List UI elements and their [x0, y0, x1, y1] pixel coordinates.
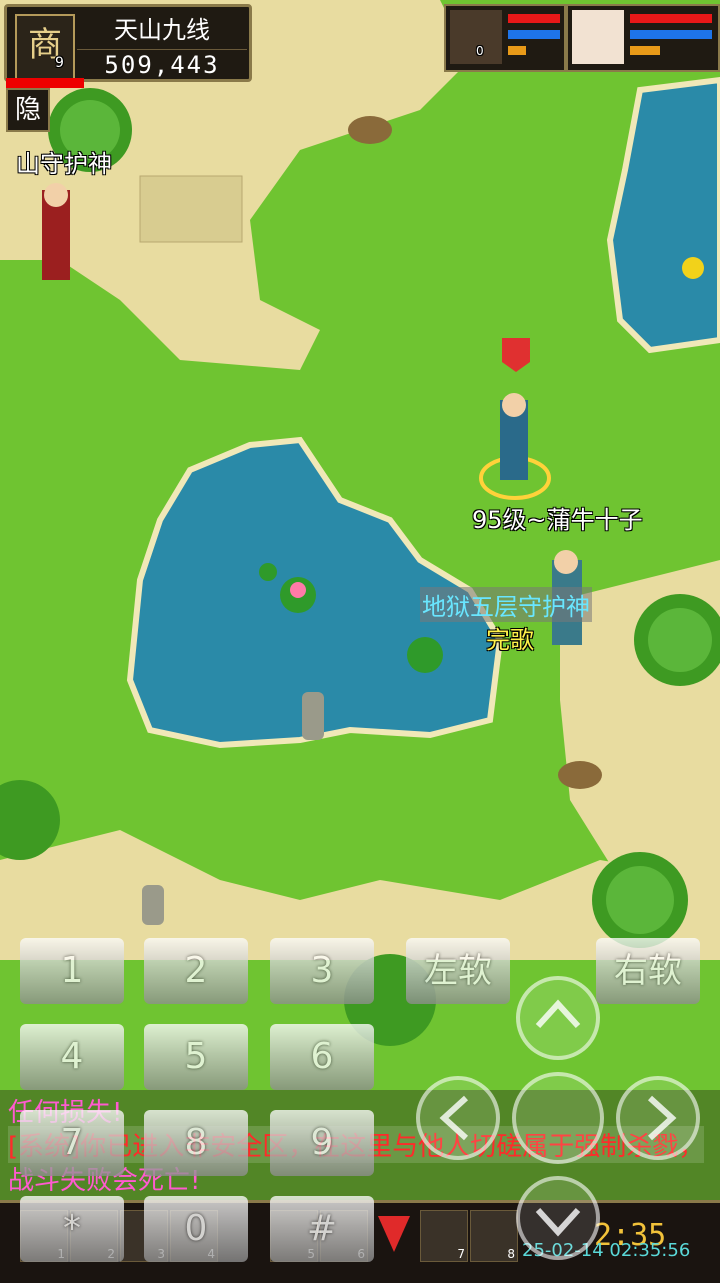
player-avatar[interactable]: 商 — [15, 14, 75, 80]
key-9[interactable]: 9 — [270, 1110, 374, 1176]
key-3[interactable]: 3 — [270, 938, 374, 1004]
key-star[interactable]: * — [20, 1196, 124, 1262]
player-level: 9 — [55, 55, 64, 71]
key-7[interactable]: 7 — [20, 1110, 124, 1176]
chevron-up-icon — [535, 999, 581, 1029]
player-name: 天山九线 — [114, 16, 210, 44]
party-member-1[interactable]: 0 — [444, 4, 566, 72]
skill-slot-7[interactable]: 7 — [420, 1210, 468, 1262]
chevron-left-icon — [439, 1095, 469, 1141]
key-4[interactable]: 4 — [20, 1024, 124, 1090]
party-member-2-portrait — [572, 10, 624, 64]
party-member-1-hp — [508, 14, 560, 23]
dpad-center-button[interactable] — [512, 1072, 604, 1164]
npc-mountain-guardian-sprite — [42, 183, 70, 280]
party-member-2-mp — [630, 30, 712, 39]
flag-icon[interactable] — [374, 1212, 414, 1256]
party-member-1-level: 0 — [476, 44, 484, 58]
key-hash[interactable]: # — [270, 1196, 374, 1262]
key-5[interactable]: 5 — [144, 1024, 248, 1090]
player-info-panel[interactable]: 商 9 天山九线 509,443 — [4, 4, 252, 82]
player-tag: 95级~蒲牛十子 — [472, 506, 643, 534]
key-0[interactable]: 0 — [144, 1196, 248, 1262]
key-2[interactable]: 2 — [144, 938, 248, 1004]
skill-slot-8[interactable]: 8 — [470, 1210, 518, 1262]
party-member-2-exp — [630, 46, 660, 55]
right-soft-key[interactable]: 右软 — [596, 938, 700, 1004]
key-6[interactable]: 6 — [270, 1024, 374, 1090]
slot-number: 7 — [457, 1247, 465, 1261]
chevron-down-icon — [535, 1207, 581, 1237]
gold-amount: 509,443 — [77, 49, 247, 80]
player-hp-bar — [6, 78, 84, 88]
npc-hell-guardian-subtitle: 完歌 — [486, 626, 534, 654]
npc-mountain-guardian-name[interactable]: 山守护神 — [16, 144, 112, 179]
party-member-1-mp — [508, 30, 560, 39]
key-1[interactable]: 1 — [20, 938, 124, 1004]
npc-hell-guardian-name[interactable]: 地狱五层守护神 — [420, 587, 592, 622]
dpad-up-button[interactable] — [516, 976, 600, 1060]
left-soft-key[interactable]: 左软 — [406, 938, 510, 1004]
party-member-2[interactable] — [566, 4, 720, 72]
dpad-right-button[interactable] — [616, 1076, 700, 1160]
slot-number: 8 — [507, 1247, 515, 1261]
dpad-left-button[interactable] — [416, 1076, 500, 1160]
key-8[interactable]: 8 — [144, 1110, 248, 1176]
hide-button[interactable]: 隐 — [6, 88, 50, 132]
dpad-down-button[interactable] — [516, 1176, 600, 1260]
party-member-1-exp — [508, 46, 526, 55]
party-member-2-hp — [630, 14, 712, 23]
chevron-right-icon — [647, 1095, 677, 1141]
